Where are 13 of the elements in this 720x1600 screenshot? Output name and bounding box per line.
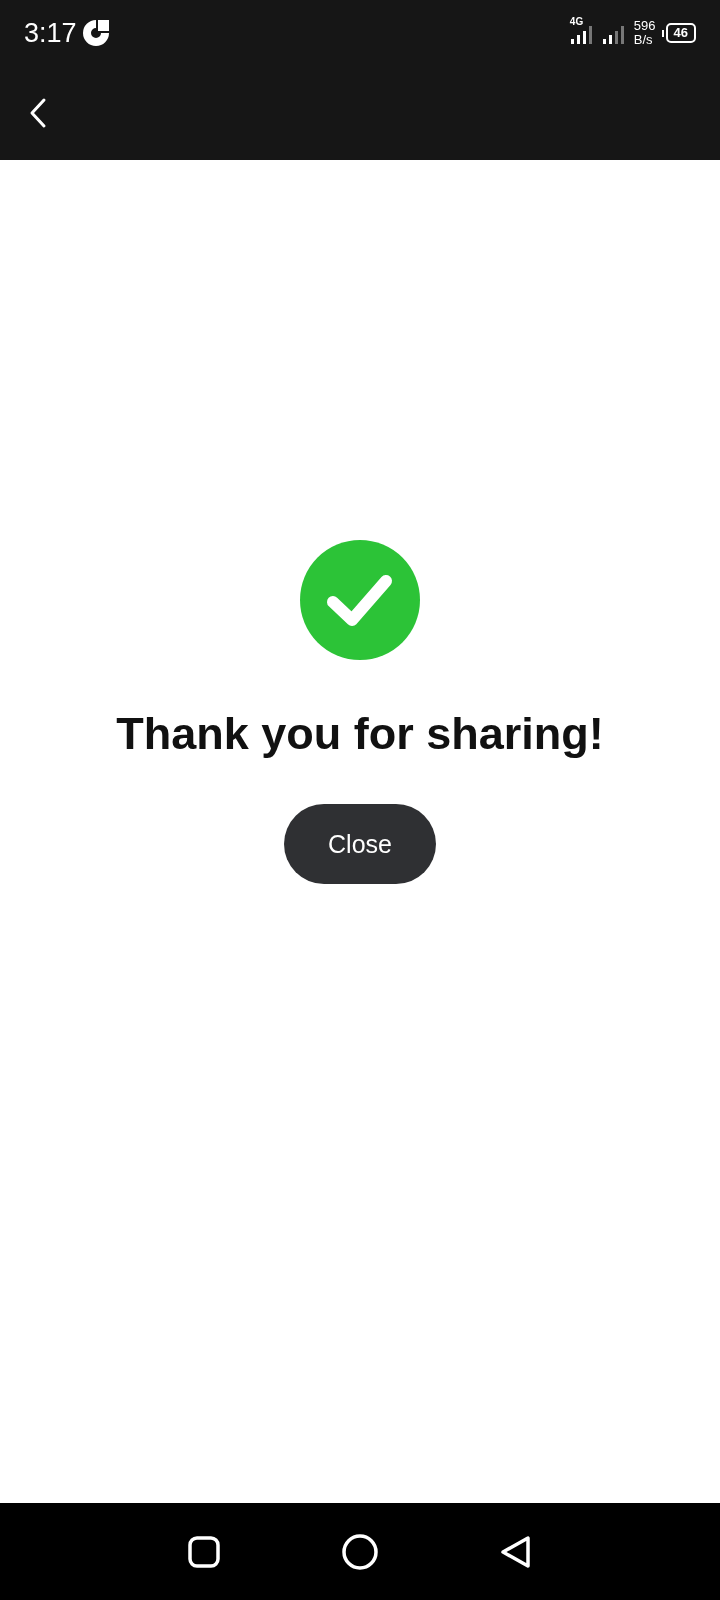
status-time: 3:17 — [24, 17, 77, 49]
speed-value: 596 — [633, 19, 656, 33]
thank-you-title: Thank you for sharing! — [116, 708, 604, 760]
network-type: 4G — [569, 16, 584, 27]
data-saver-icon — [80, 18, 111, 48]
success-check-icon — [300, 540, 420, 660]
home-icon[interactable] — [341, 1532, 379, 1571]
back-icon[interactable] — [499, 1533, 533, 1570]
speed-unit: B/s — [633, 33, 654, 47]
battery-level: 46 — [665, 23, 696, 43]
close-button[interactable]: Close — [284, 804, 436, 884]
recents-icon[interactable] — [187, 1534, 221, 1569]
back-icon[interactable] — [28, 97, 48, 129]
